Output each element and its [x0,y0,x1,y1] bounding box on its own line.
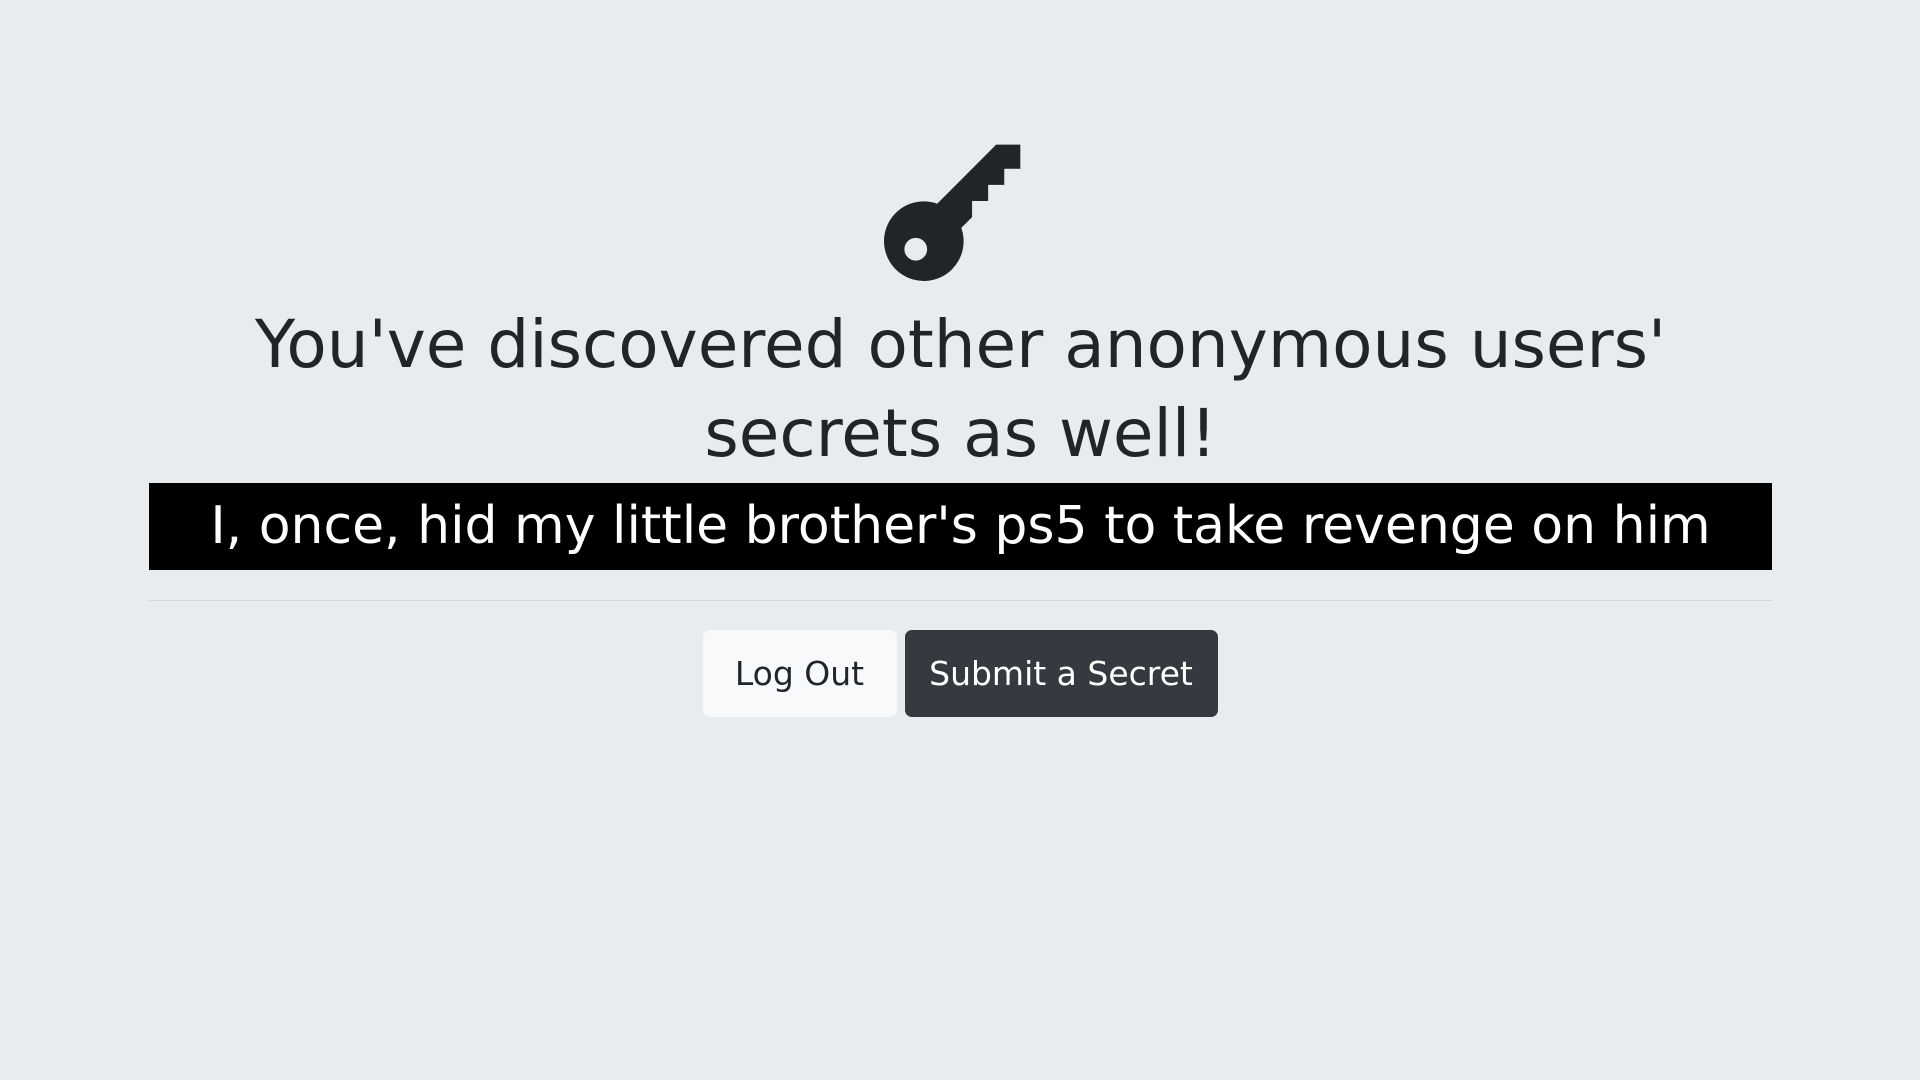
action-buttons: Log Out Submit a Secret [0,630,1920,717]
key-icon [869,114,1051,296]
page-title: You've discovered other anonymous users'… [254,306,1667,472]
log-out-button[interactable]: Log Out [702,630,897,717]
secret-text: I, once, hid my little brother's ps5 to … [210,496,1711,556]
divider [149,600,1772,601]
secrets-page: You've discovered other anonymous users'… [0,0,1920,1080]
submit-secret-button[interactable]: Submit a Secret [904,630,1218,717]
secret-item: I, once, hid my little brother's ps5 to … [149,483,1772,570]
